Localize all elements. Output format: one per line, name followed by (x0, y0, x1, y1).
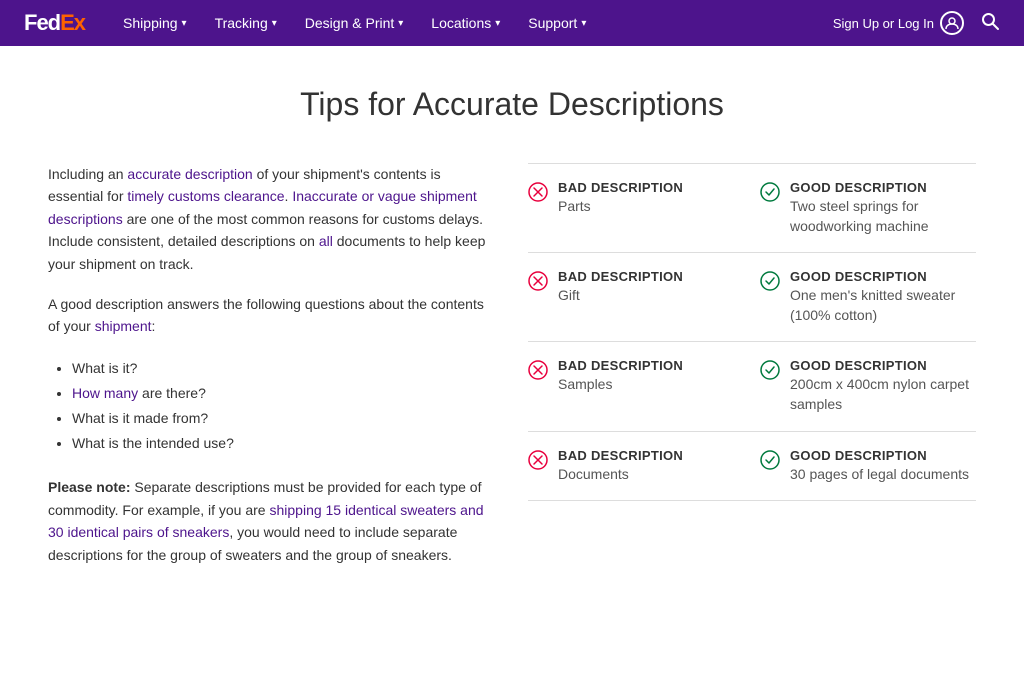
good-desc-1: GOOD DESCRIPTION Two steel springs for w… (790, 180, 976, 236)
bullet-item: How many are there? (72, 381, 488, 406)
bad-desc-1: BAD DESCRIPTION Parts (558, 180, 683, 217)
good-icon-4 (760, 450, 780, 470)
bad-icon-4 (528, 450, 548, 470)
chevron-down-icon: ▾ (182, 18, 187, 29)
description-row-4: BAD DESCRIPTION Documents GOOD DESCRIPTI… (528, 432, 976, 502)
description-row-1: BAD DESCRIPTION Parts GOOD DESCRIPTION T… (528, 163, 976, 253)
auth-button[interactable]: Sign Up or Log In (833, 11, 964, 35)
shipping-link[interactable]: shipping 15 identical sweaters and 30 id… (48, 502, 484, 540)
timely-link[interactable]: timely customs clearance (127, 188, 284, 204)
chevron-down-icon: ▾ (581, 18, 586, 29)
nav-item-support[interactable]: Support ▾ (514, 0, 600, 46)
nav-right: Sign Up or Log In (833, 11, 1000, 36)
user-icon (940, 11, 964, 35)
bad-icon-2 (528, 271, 548, 291)
nav-item-tracking[interactable]: Tracking ▾ (201, 0, 291, 46)
bad-desc-4: BAD DESCRIPTION Documents (558, 448, 683, 485)
good-desc-2: GOOD DESCRIPTION One men's knitted sweat… (790, 269, 976, 325)
all-link[interactable]: all (319, 233, 333, 249)
bad-icon-3 (528, 360, 548, 380)
nav-links: Shipping ▾ Tracking ▾ Design & Print ▾ L… (109, 0, 833, 46)
nav-item-locations[interactable]: Locations ▾ (417, 0, 514, 46)
bad-desc-3: BAD DESCRIPTION Samples (558, 358, 683, 395)
search-icon[interactable] (980, 11, 1000, 36)
nav-item-shipping[interactable]: Shipping ▾ (109, 0, 201, 46)
good-icon-2 (760, 271, 780, 291)
bullet-item: What is the intended use? (72, 431, 488, 456)
good-desc-3: GOOD DESCRIPTION 200cm x 400cm nylon car… (790, 358, 976, 414)
accurate-link[interactable]: accurate description (127, 166, 252, 182)
main-nav: FedEx Shipping ▾ Tracking ▾ Design & Pri… (0, 0, 1024, 46)
bad-icon-1 (528, 182, 548, 202)
content-layout: Including an accurate description of you… (48, 163, 976, 566)
note-paragraph: Please note: Separate descriptions must … (48, 476, 488, 566)
logo-fed: Fed (24, 10, 60, 35)
good-desc-4: GOOD DESCRIPTION 30 pages of legal docum… (790, 448, 969, 485)
chevron-down-icon: ▾ (398, 18, 403, 29)
good-col-3: GOOD DESCRIPTION 200cm x 400cm nylon car… (760, 358, 976, 414)
page-title: Tips for Accurate Descriptions (48, 86, 976, 123)
how-many-link[interactable]: How many (72, 385, 138, 401)
good-icon-1 (760, 182, 780, 202)
chevron-down-icon: ▾ (272, 18, 277, 29)
good-col-1: GOOD DESCRIPTION Two steel springs for w… (760, 180, 976, 236)
description-row-2: BAD DESCRIPTION Gift GOOD DESCRIPTION On… (528, 253, 976, 342)
description-row-3: BAD DESCRIPTION Samples GOOD DESCRIPTION… (528, 342, 976, 431)
bad-col-3: BAD DESCRIPTION Samples (528, 358, 760, 395)
good-col-2: GOOD DESCRIPTION One men's knitted sweat… (760, 269, 976, 325)
bullet-list: What is it? How many are there? What is … (48, 356, 488, 457)
chevron-down-icon: ▾ (495, 18, 500, 29)
fedex-logo[interactable]: FedEx (24, 10, 85, 36)
bullet-item: What is it? (72, 356, 488, 381)
main-content: Tips for Accurate Descriptions Including… (0, 46, 1024, 606)
intro-paragraph-1: Including an accurate description of you… (48, 163, 488, 275)
bad-col-2: BAD DESCRIPTION Gift (528, 269, 760, 306)
bullet-item: What is it made from? (72, 406, 488, 431)
good-col-4: GOOD DESCRIPTION 30 pages of legal docum… (760, 448, 976, 485)
bad-col-4: BAD DESCRIPTION Documents (528, 448, 760, 485)
right-column: BAD DESCRIPTION Parts GOOD DESCRIPTION T… (528, 163, 976, 566)
intro-paragraph-2: A good description answers the following… (48, 293, 488, 338)
left-column: Including an accurate description of you… (48, 163, 488, 566)
bad-col-1: BAD DESCRIPTION Parts (528, 180, 760, 217)
bad-desc-2: BAD DESCRIPTION Gift (558, 269, 683, 306)
shipment-link[interactable]: shipment (95, 318, 152, 334)
nav-item-design-print[interactable]: Design & Print ▾ (291, 0, 418, 46)
logo-ex: Ex (60, 10, 85, 35)
good-icon-3 (760, 360, 780, 380)
